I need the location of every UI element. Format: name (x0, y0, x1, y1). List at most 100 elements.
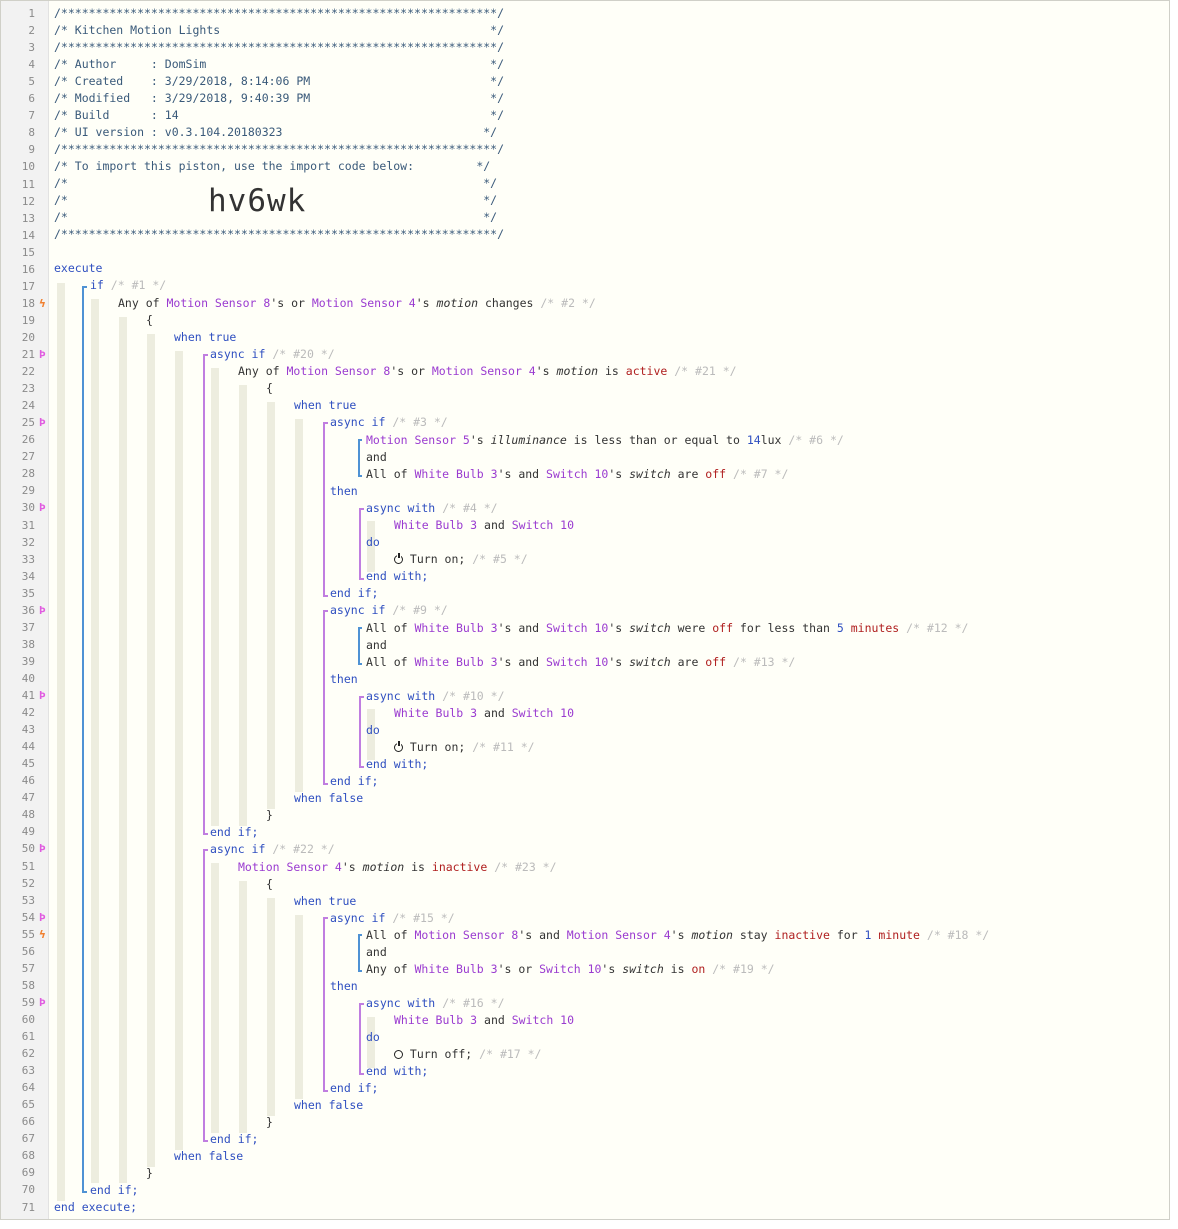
line-number: 23 (21, 382, 35, 396)
device-wb3[interactable]: White Bulb 3 (394, 518, 477, 532)
header-modified: /* Modified : 3/29/2018, 9:40:39 PM */ (54, 91, 505, 105)
value-off[interactable]: off (705, 467, 726, 481)
kw-when-false[interactable]: when false (294, 791, 363, 805)
kw-do[interactable]: do (366, 1030, 380, 1044)
device-ms8[interactable]: Motion Sensor 8 (414, 928, 518, 942)
line-number: 48 (21, 808, 35, 822)
kw-when-false[interactable]: when false (174, 1149, 243, 1163)
kw-do[interactable]: do (366, 723, 380, 737)
device-sw10[interactable]: Switch 10 (512, 1013, 574, 1027)
kw-and[interactable]: and (366, 638, 387, 652)
kw-end-execute[interactable]: end execute; (54, 1200, 137, 1214)
device-ms4[interactable]: Motion Sensor 4 (432, 364, 536, 378)
text: are (670, 655, 706, 669)
async-with-bracket (359, 578, 364, 580)
kw-end-if[interactable]: end if; (90, 1183, 138, 1197)
value-inactive[interactable]: inactive (775, 928, 830, 942)
kw-end-if[interactable]: end if; (330, 1081, 378, 1095)
attr-switch[interactable]: switch (629, 655, 671, 669)
kw-do[interactable]: do (366, 535, 380, 549)
kw-async-with[interactable]: async with (366, 501, 435, 515)
line-number: 40 (21, 671, 35, 685)
piston-code-editor[interactable]: 1 2 3 4 5 6 7 8 9 10 11 12 13 14 15 16 17 18 19 20 21 22 23 24 2… (0, 0, 1170, 1220)
device-sw10[interactable]: Switch 10 (546, 655, 608, 669)
attr-motion[interactable]: motion (691, 928, 733, 942)
value-off[interactable]: off (705, 655, 726, 669)
kw-if[interactable]: if (90, 278, 104, 292)
code-line: when true (294, 893, 356, 910)
attr-illuminance[interactable]: illuminance (491, 433, 567, 447)
attr-motion[interactable]: motion (557, 364, 599, 378)
device-sw10[interactable]: Switch 10 (539, 962, 601, 976)
import-code: hv6wk (208, 183, 307, 219)
value-duration[interactable]: 5 (837, 621, 844, 635)
line-number: 13 (21, 211, 35, 225)
value-lux[interactable]: 14 (747, 433, 761, 447)
indent-guide (91, 299, 99, 1183)
text: is (404, 860, 432, 874)
attr-motion[interactable]: motion (437, 296, 479, 310)
device-ms5[interactable]: Motion Sensor 5 (366, 433, 470, 447)
value-active[interactable]: active (626, 364, 668, 378)
command-turn-off[interactable]: Turn off; (403, 1047, 479, 1061)
kw-async-if[interactable]: async if (330, 911, 385, 925)
kw-when-true[interactable]: when true (294, 398, 356, 412)
kw-execute[interactable]: execute (54, 261, 102, 275)
kw-end-if[interactable]: end if; (330, 774, 378, 788)
device-wb3[interactable]: White Bulb 3 (414, 962, 497, 976)
command-turn-on[interactable]: Turn on; (403, 740, 472, 754)
kw-async-if[interactable]: async if (210, 842, 265, 856)
device-ms4[interactable]: Motion Sensor 4 (312, 296, 416, 310)
value-inactive[interactable]: inactive (432, 860, 487, 874)
comment: /* #18 */ (926, 928, 990, 942)
kw-async-if[interactable]: async if (210, 347, 265, 361)
kw-async-if[interactable]: async if (330, 603, 385, 617)
indent-guide (211, 368, 219, 826)
device-sw10[interactable]: Switch 10 (512, 518, 574, 532)
kw-when-true[interactable]: when true (294, 894, 356, 908)
kw-end-if[interactable]: end if; (330, 586, 378, 600)
text: 's and (518, 928, 567, 942)
attr-switch[interactable]: switch (629, 621, 671, 635)
line-number: 42 (21, 706, 35, 720)
kw-end-if[interactable]: end if; (210, 1132, 258, 1146)
kw-end-with[interactable]: end with; (366, 1064, 428, 1078)
kw-then[interactable]: then (330, 979, 358, 993)
device-wb3[interactable]: White Bulb 3 (414, 655, 497, 669)
device-wb3[interactable]: White Bulb 3 (414, 467, 497, 481)
command-turn-on[interactable]: Turn on; (403, 552, 472, 566)
code-line: execute (54, 260, 102, 277)
async-with-bracket (359, 696, 364, 698)
kw-async-with[interactable]: async with (366, 689, 435, 703)
kw-async-if[interactable]: async if (330, 415, 385, 429)
device-ms8[interactable]: Motion Sensor 8 (166, 296, 270, 310)
kw-async-with[interactable]: async with (366, 996, 435, 1010)
value-duration[interactable]: 1 (865, 928, 872, 942)
device-wb3[interactable]: White Bulb 3 (414, 621, 497, 635)
attr-motion[interactable]: motion (363, 860, 405, 874)
kw-end-with[interactable]: end with; (366, 569, 428, 583)
value-on[interactable]: on (691, 962, 705, 976)
device-ms8[interactable]: Motion Sensor 8 (286, 364, 390, 378)
kw-and[interactable]: and (366, 450, 387, 464)
indent-guide (295, 419, 303, 792)
device-sw10[interactable]: Switch 10 (512, 706, 574, 720)
code-line: All of White Bulb 3's and Switch 10's sw… (366, 466, 788, 483)
device-ms4[interactable]: Motion Sensor 4 (238, 860, 342, 874)
kw-end-with[interactable]: end with; (366, 757, 428, 771)
value-off[interactable]: off (712, 621, 733, 635)
kw-when-true[interactable]: when true (174, 330, 236, 344)
kw-and[interactable]: and (366, 945, 387, 959)
device-sw10[interactable]: Switch 10 (546, 467, 608, 481)
device-wb3[interactable]: White Bulb 3 (394, 1013, 477, 1027)
indent-guide (211, 863, 219, 1133)
kw-when-false[interactable]: when false (294, 1098, 363, 1112)
device-ms4[interactable]: Motion Sensor 4 (567, 928, 671, 942)
kw-then[interactable]: then (330, 672, 358, 686)
device-sw10[interactable]: Switch 10 (546, 621, 608, 635)
kw-then[interactable]: then (330, 484, 358, 498)
device-wb3[interactable]: White Bulb 3 (394, 706, 477, 720)
attr-switch[interactable]: switch (622, 962, 664, 976)
attr-switch[interactable]: switch (629, 467, 671, 481)
kw-end-if[interactable]: end if; (210, 825, 258, 839)
